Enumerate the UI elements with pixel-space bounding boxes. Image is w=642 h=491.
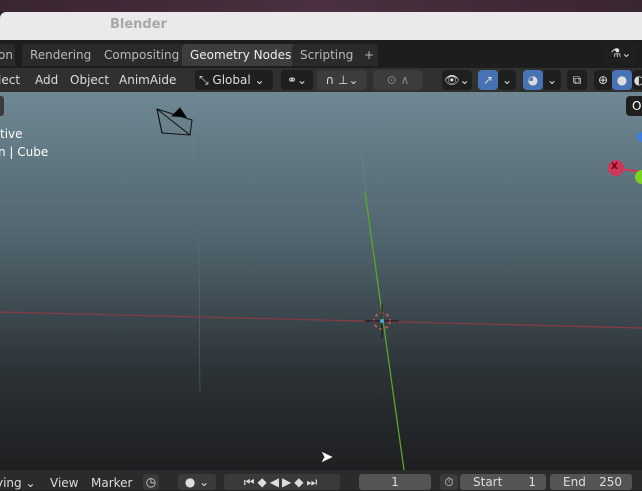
marker-menu[interactable]: Marker (91, 475, 132, 491)
menu-add[interactable]: Add (35, 71, 58, 90)
overlay-dropdown[interactable]: ⌄ (543, 70, 561, 90)
orientation-value: Global (212, 73, 251, 87)
viewport-header: lect Add Object AnimAide ⤡ Global ⌄ ⚭⌄ ∩… (0, 68, 642, 92)
start-frame-field[interactable]: Start 1 (460, 474, 546, 490)
pivot-icon[interactable]: ⚭⌄ (281, 70, 313, 90)
gizmo-dropdown[interactable]: ⌄ (498, 70, 516, 90)
tab-scripting[interactable]: Scripting (292, 44, 362, 66)
window-title: Blender (110, 17, 167, 32)
proportional-edit-icon[interactable]: ⊙ ∧ (373, 70, 423, 90)
menu-animaide[interactable]: AnimAide (119, 71, 176, 90)
auto-keying-icon[interactable]: ◷ (143, 474, 159, 490)
tab-animation[interactable]: on (0, 44, 15, 66)
end-frame-field[interactable]: End 250 (550, 474, 632, 490)
view-menu[interactable]: View (50, 475, 78, 491)
orientation-icon: ⤡ (199, 73, 213, 87)
wireframe-shading-icon[interactable]: ⊕ (594, 70, 612, 90)
record-icon[interactable]: ● ⌄ (178, 474, 216, 490)
scene-selector-icon[interactable]: ⚗⌄ (604, 43, 638, 63)
camera-icon[interactable] (156, 107, 193, 136)
orientation-dropdown[interactable]: ⤡ Global ⌄ (195, 70, 273, 90)
tab-rendering[interactable]: Rendering (22, 44, 100, 66)
xray-icon[interactable]: ⧉ (567, 70, 587, 90)
solid-shading-icon[interactable]: ● (612, 70, 632, 90)
overlay-icon[interactable]: ◕ (523, 70, 543, 90)
toolbar-toggle[interactable] (0, 96, 4, 116)
x-axis-line (0, 311, 642, 329)
add-workspace-button[interactable]: + (356, 44, 378, 66)
gizmo-y-axis[interactable] (635, 170, 642, 184)
y-axis-line (364, 191, 405, 470)
workspace-tabs: on Rendering Compositing Geometry Nodes … (0, 40, 642, 68)
menu-select[interactable]: lect (0, 71, 20, 90)
tab-geometry-nodes[interactable]: Geometry Nodes (182, 44, 300, 66)
playback-menu[interactable]: ying ⌄ (0, 475, 36, 491)
3d-cursor-icon[interactable] (365, 304, 399, 338)
snap-icon[interactable]: ∩ ⊥⌄ (317, 70, 367, 90)
current-frame-field[interactable]: 1 (359, 474, 431, 490)
viewport-grid (0, 107, 642, 470)
active-object-text: n | Cube (0, 145, 49, 159)
timeline-header: ying ⌄ View Marker ◷ ● ⌄ ⏮◆◀▶◆⏭ 1 ⏱ Star… (0, 470, 642, 490)
stopwatch-icon[interactable]: ⏱ (440, 474, 458, 490)
desktop-strip (0, 0, 642, 12)
menu-object[interactable]: Object (70, 71, 109, 90)
playback-controls[interactable]: ⏮◆◀▶◆⏭ (224, 474, 340, 490)
gizmo-z-axis[interactable] (637, 132, 642, 142)
sidebar-button[interactable]: O (626, 96, 642, 116)
visibility-icon[interactable]: 👁⌄ (442, 70, 472, 90)
view-mode-text: tive (0, 127, 23, 141)
gizmo-icon[interactable]: ↗ (478, 70, 498, 90)
tab-compositing[interactable]: Compositing (96, 44, 188, 66)
material-shading-icon[interactable]: ◐ (632, 70, 642, 90)
gizmo-x-label: X (611, 162, 618, 172)
title-bar: Blender (0, 12, 642, 40)
mouse-cursor-icon: ➤ (320, 447, 334, 466)
3d-viewport[interactable]: tive n | Cube X O ➤ (0, 92, 642, 470)
